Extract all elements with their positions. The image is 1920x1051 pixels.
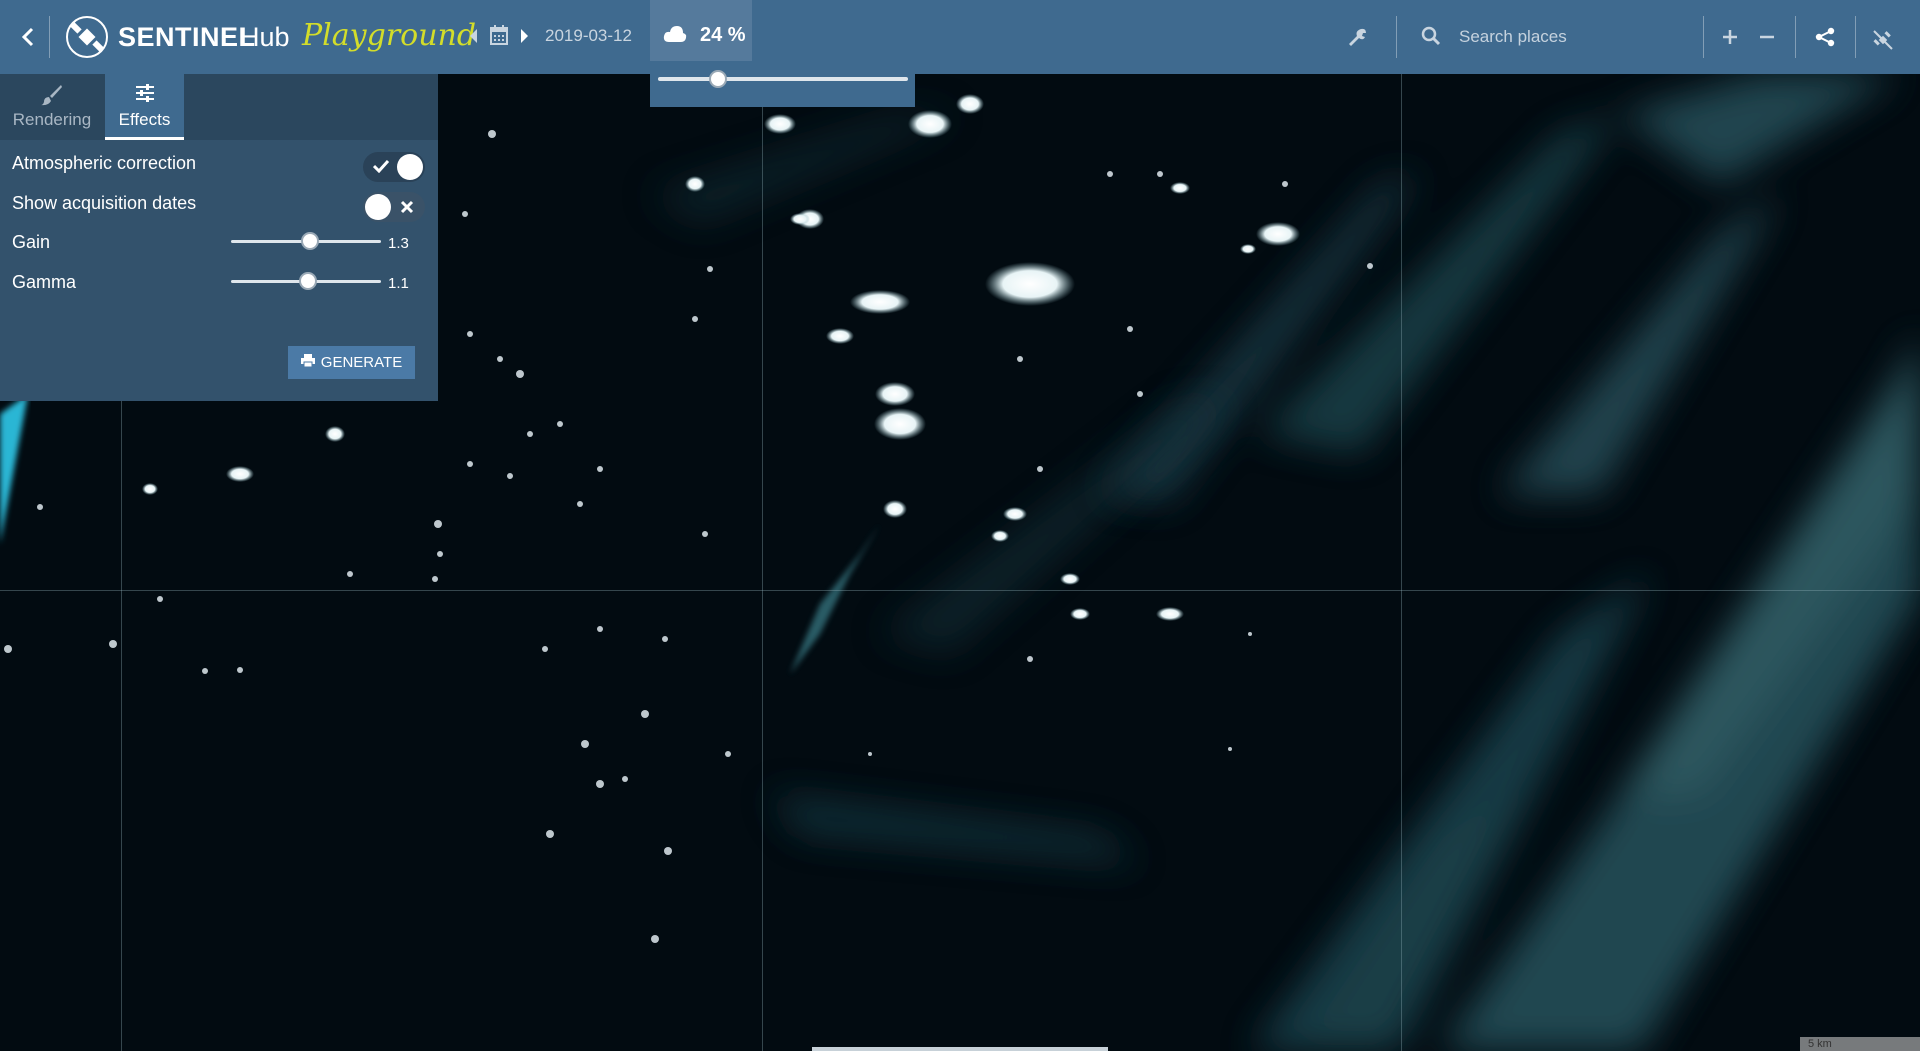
tab-label: Rendering	[12, 110, 92, 129]
caret-right-icon[interactable]	[519, 28, 529, 44]
brand-hub: Hub	[240, 22, 290, 52]
date-display[interactable]: 2019-03-12	[545, 26, 632, 46]
caret-left-icon[interactable]	[469, 28, 479, 44]
tab-effects[interactable]: Effects	[105, 74, 184, 140]
show-acquisition-dates-label: Show acquisition dates	[12, 193, 197, 213]
toolbar-divider	[1795, 16, 1796, 58]
gamma-label: Gamma	[12, 272, 77, 292]
effects-panel: Rendering Effects Atmospheric correction…	[0, 74, 438, 401]
generate-label: GENERATE	[320, 354, 403, 371]
sliders-icon	[135, 84, 155, 107]
top-toolbar: SENTINEL Hub Playground 2019-03-12 24 % …	[0, 0, 1920, 74]
toggle-knob	[397, 154, 423, 180]
map-scale: 5 km	[1800, 1037, 1920, 1051]
close-icon	[400, 200, 414, 219]
minus-icon[interactable]	[1757, 27, 1777, 47]
satellite-logo-icon	[64, 14, 110, 60]
tab-label: Effects	[118, 110, 171, 129]
atmospheric-correction-label: Atmospheric correction	[12, 153, 197, 173]
plus-icon[interactable]	[1720, 27, 1740, 47]
cloud-coverage-value: 24 %	[700, 24, 746, 46]
graticule-line	[0, 590, 1920, 591]
cloud-slider-handle[interactable]	[709, 70, 727, 88]
gamma-value: 1.1	[388, 275, 409, 292]
calendar-icon[interactable]	[489, 24, 509, 46]
tab-rendering[interactable]: Rendering	[12, 74, 92, 140]
share-icon[interactable]	[1814, 26, 1836, 48]
search-icon[interactable]	[1420, 25, 1442, 47]
search-input[interactable]: Search places	[1459, 27, 1567, 47]
wrench-icon[interactable]	[1347, 26, 1369, 48]
brush-icon	[41, 84, 63, 111]
gain-value: 1.3	[388, 235, 409, 252]
atmospheric-correction-toggle[interactable]	[363, 152, 425, 182]
brand-playground: Playground	[302, 18, 477, 53]
brand-sentinel: SENTINEL	[118, 22, 256, 52]
satellite-toggle-icon[interactable]	[1871, 28, 1895, 52]
graticule-line	[762, 74, 763, 1051]
toolbar-divider	[49, 16, 50, 58]
generate-button[interactable]: GENERATE	[288, 346, 415, 379]
toolbar-divider	[1396, 16, 1397, 58]
toggle-knob	[365, 194, 391, 220]
panel-tabs: Rendering Effects	[0, 74, 438, 140]
cloud-icon	[662, 24, 688, 44]
toolbar-divider	[1855, 16, 1856, 58]
cloud-coverage-slider-panel	[650, 61, 915, 107]
show-acquisition-dates-toggle[interactable]	[363, 192, 425, 222]
cloud-slider-track[interactable]	[658, 77, 908, 81]
chevron-left-icon[interactable]	[18, 25, 38, 49]
check-icon	[372, 159, 390, 178]
graticule-line	[1401, 74, 1402, 1051]
gamma-slider-handle[interactable]	[299, 272, 317, 290]
gain-slider-handle[interactable]	[301, 232, 319, 250]
print-icon	[300, 354, 315, 371]
gain-label: Gain	[12, 232, 51, 252]
toolbar-divider	[1703, 16, 1704, 58]
